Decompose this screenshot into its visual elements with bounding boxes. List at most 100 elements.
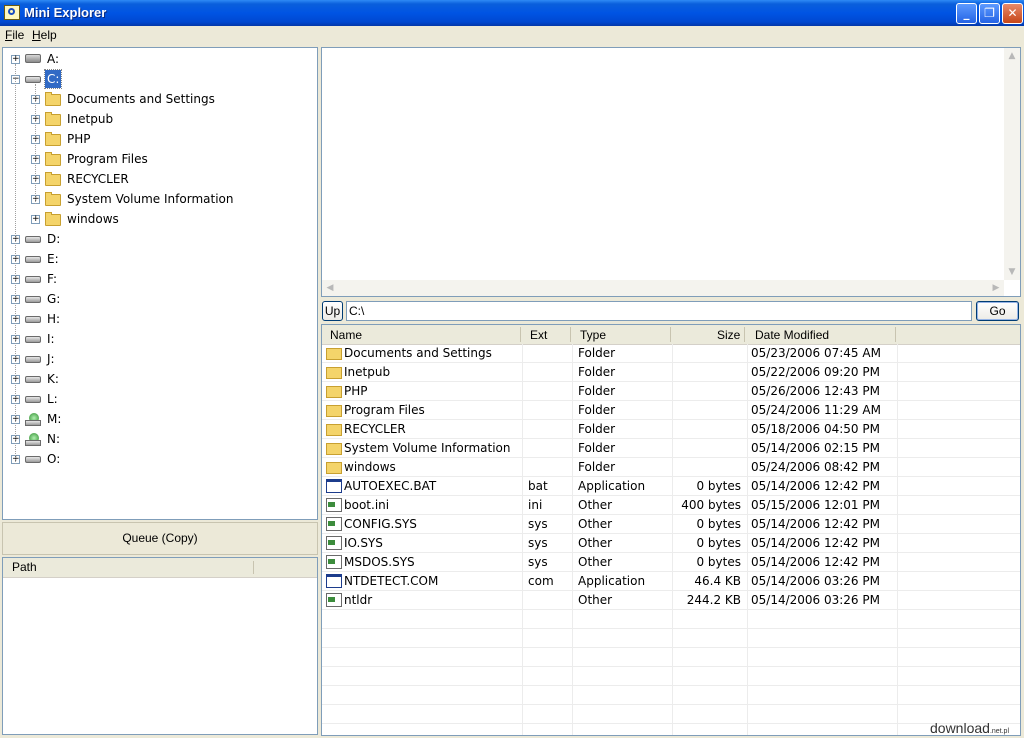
table-row[interactable]: Documents and Settings Folder 05/23/2006 0… [322, 344, 1020, 363]
grid-line [322, 514, 1020, 515]
column-separator[interactable] [570, 327, 571, 342]
tree-node[interactable]: + E: [3, 250, 315, 268]
column-type[interactable]: Type [580, 328, 606, 342]
column-separator[interactable] [670, 327, 671, 342]
type-cell: Other [578, 517, 613, 531]
table-row[interactable]: Program Files Folder 05/24/2006 11:29 AM [322, 401, 1020, 420]
tree-node[interactable]: + PHP [3, 130, 315, 148]
expand-icon[interactable]: + [11, 55, 20, 64]
table-row[interactable]: System Volume Information Folder 05/14/200… [322, 439, 1020, 458]
restore-button[interactable]: ❐ [979, 3, 1000, 24]
scroll-left-icon[interactable]: ◀ [322, 280, 338, 296]
column-separator[interactable] [744, 327, 745, 342]
table-row[interactable]: RECYCLER Folder 05/18/2006 04:50 PM [322, 420, 1020, 439]
file-list[interactable]: Name Ext Type Size Date Modified Documen… [321, 324, 1021, 736]
name-cell: IO.SYS [344, 536, 383, 550]
application-icon [326, 479, 342, 493]
table-row[interactable]: IO.SYS sys Other 0 bytes 05/14/2006 12:42 PM [322, 534, 1020, 553]
type-cell: Folder [578, 460, 616, 474]
tree-node[interactable]: + K: [3, 370, 315, 388]
tree-node[interactable]: + N: [3, 430, 315, 448]
queue-path-list[interactable]: Path [2, 557, 318, 735]
application-icon [326, 574, 342, 588]
name-cell: Inetpub [344, 365, 391, 379]
tree-node[interactable]: + M: [3, 410, 315, 428]
tree-node[interactable]: + Program Files [3, 150, 315, 168]
tree-node[interactable]: + H: [3, 310, 315, 328]
tree-node[interactable]: + D: [3, 230, 315, 248]
table-row[interactable]: CONFIG.SYS sys Other 0 bytes 05/14/2006 12:4… [322, 515, 1020, 534]
tree-node[interactable]: + F: [3, 270, 315, 288]
column-separator[interactable] [253, 561, 254, 574]
close-button[interactable]: ✕ [1002, 3, 1023, 24]
size-cell: 400 bytes [681, 498, 741, 512]
ext-cell: sys [528, 517, 548, 531]
tree-node[interactable]: + windows [3, 210, 315, 228]
date-cell: 05/14/2006 12:42 PM [751, 479, 880, 493]
folder-tree[interactable]: + A: − C: + Documents and Settings + Inetpub + PH… [2, 47, 318, 520]
column-name[interactable]: Name [330, 328, 362, 342]
folder-icon [326, 462, 342, 474]
type-cell: Folder [578, 422, 616, 436]
column-separator[interactable] [520, 327, 521, 342]
column-separator[interactable] [895, 327, 896, 342]
grid-line [322, 419, 1020, 420]
tree-node-label: Inetpub [67, 112, 114, 126]
tree-node[interactable]: + A: [3, 50, 315, 68]
hard-drive-icon [25, 456, 41, 463]
size-cell: 244.2 KB [686, 593, 741, 607]
minimize-button[interactable]: _ [956, 3, 977, 24]
tree-node-label: E: [47, 252, 59, 266]
path-column-header[interactable]: Path [12, 560, 37, 574]
tree-node[interactable]: + L: [3, 390, 315, 408]
tree-node[interactable]: + O: [3, 450, 315, 468]
tree-node[interactable]: + J: [3, 350, 315, 368]
tree-node[interactable]: + G: [3, 290, 315, 308]
up-button[interactable]: Up [322, 301, 343, 321]
table-row[interactable]: AUTOEXEC.BAT bat Application 0 bytes 05/14/2… [322, 477, 1020, 496]
name-cell: ntldr [344, 593, 373, 607]
expand-icon[interactable]: + [31, 215, 40, 224]
grid-line [322, 362, 1020, 363]
hard-drive-icon [25, 396, 41, 403]
column-date-modified[interactable]: Date Modified [755, 328, 829, 342]
tree-node-label: Program Files [67, 152, 148, 166]
tree-node[interactable]: + I: [3, 330, 315, 348]
table-row[interactable]: PHP Folder 05/26/2006 12:43 PM [322, 382, 1020, 401]
scroll-up-icon[interactable]: ▲ [1004, 48, 1020, 64]
tree-node[interactable]: + System Volume Information [3, 190, 315, 208]
menu-file[interactable]: File [5, 28, 24, 42]
table-row[interactable]: windows Folder 05/24/2006 08:42 PM [322, 458, 1020, 477]
horizontal-scrollbar[interactable]: ◀ ▶ [322, 280, 1004, 296]
size-cell: 0 bytes [696, 536, 741, 550]
name-cell: PHP [344, 384, 368, 398]
date-cell: 05/14/2006 12:42 PM [751, 555, 880, 569]
app-icon [4, 5, 20, 20]
vertical-scrollbar[interactable]: ▲ ▼ [1004, 48, 1020, 280]
title-bar: Mini Explorer _ ❐ ✕ [0, 0, 1024, 26]
column-ext[interactable]: Ext [530, 328, 547, 342]
table-row[interactable]: MSDOS.SYS sys Other 0 bytes 05/14/2006 12:42… [322, 553, 1020, 572]
tree-node[interactable]: + RECYCLER [3, 170, 315, 188]
hard-drive-icon [25, 376, 41, 383]
table-row[interactable]: Inetpub Folder 05/22/2006 09:20 PM [322, 363, 1020, 382]
table-row[interactable]: NTDETECT.COM com Application 46.4 KB 05/14/2… [322, 572, 1020, 591]
date-cell: 05/24/2006 08:42 PM [751, 460, 880, 474]
table-row[interactable]: ntldr Other 244.2 KB 05/14/2006 03:26 PM [322, 591, 1020, 610]
queue-copy-button[interactable]: Queue (Copy) [2, 522, 318, 555]
tree-node[interactable]: − C: [3, 69, 315, 89]
ext-cell: ini [528, 498, 543, 512]
menu-help[interactable]: Help [32, 28, 57, 42]
tree-line [35, 84, 36, 204]
scroll-right-icon[interactable]: ▶ [988, 280, 1004, 296]
tree-node[interactable]: + Inetpub [3, 110, 315, 128]
column-size[interactable]: Size [717, 328, 740, 342]
date-cell: 05/14/2006 02:15 PM [751, 441, 880, 455]
date-cell: 05/14/2006 03:26 PM [751, 593, 880, 607]
scroll-down-icon[interactable]: ▼ [1004, 264, 1020, 280]
tree-node[interactable]: + Documents and Settings [3, 90, 315, 108]
go-button[interactable]: Go [976, 301, 1019, 321]
address-input[interactable]: C:\ [346, 301, 972, 321]
folder-icon [326, 443, 342, 455]
table-row[interactable]: boot.ini ini Other 400 bytes 05/15/2006 12:0… [322, 496, 1020, 515]
